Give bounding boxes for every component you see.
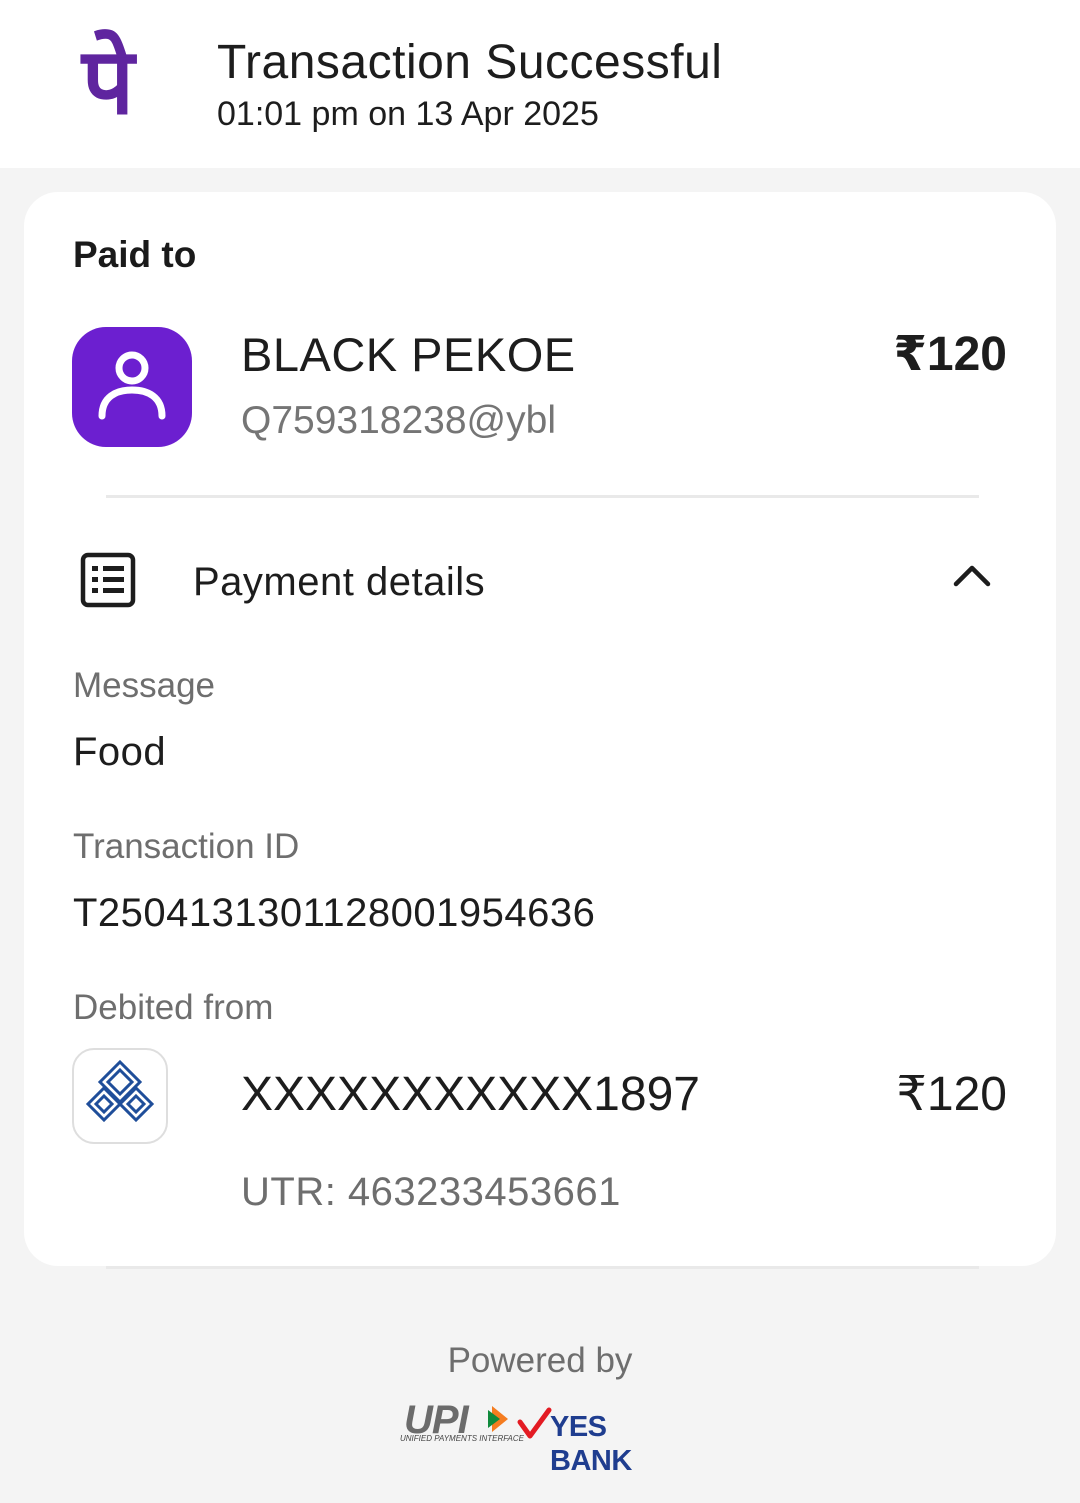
- payee-vpa: Q759318238@ybl: [241, 399, 556, 442]
- payee-avatar: [72, 327, 192, 447]
- payee-amount: ₹120: [893, 328, 1007, 381]
- powered-by-label: Powered by: [447, 1341, 633, 1380]
- footer-logos: UPI UNIFIED PAYMENTS INTERFACE YES BANK: [400, 1398, 690, 1477]
- yes-bank-logo-text: YES BANK: [550, 1411, 632, 1477]
- paid-to-label: Paid to: [73, 234, 197, 275]
- phonepe-logo-icon: पे: [81, 28, 135, 135]
- transaction-card: Paid to BLACK PEKOE Q759318238@ybl ₹120 …: [24, 192, 1056, 1266]
- receipt-list-icon: [80, 552, 136, 608]
- payee-name: BLACK PEKOE: [241, 328, 576, 381]
- yes-bank-tick-icon: [517, 1407, 552, 1439]
- account-number: XXXXXXXXXXX1897: [241, 1068, 700, 1121]
- divider: [106, 495, 979, 498]
- transaction-datetime: 01:01 pm on 13 Apr 2025: [217, 95, 599, 133]
- message-label: Message: [73, 666, 216, 705]
- transaction-id-label: Transaction ID: [73, 827, 300, 866]
- message-value: Food: [73, 730, 167, 774]
- person-icon: [98, 351, 166, 420]
- chevron-up-icon[interactable]: [952, 562, 992, 588]
- debited-from-label: Debited from: [73, 988, 274, 1027]
- upi-tagline: UNIFIED PAYMENTS INTERFACE: [400, 1434, 525, 1443]
- transaction-id-value[interactable]: T2504131301128001954636: [73, 889, 595, 937]
- payment-details-label: Payment details: [193, 560, 486, 604]
- utr-number[interactable]: UTR: 463233453661: [241, 1168, 621, 1216]
- bottom-divider: [106, 1266, 979, 1269]
- bank-logo-icon: [85, 1059, 155, 1123]
- debit-amount: ₹120: [896, 1068, 1007, 1121]
- transaction-header: पे Transaction Successful 01:01 pm on 13…: [0, 0, 1080, 168]
- page-title: Transaction Successful: [217, 36, 723, 89]
- bank-of-india-logo: [72, 1048, 168, 1144]
- payment-details-toggle[interactable]: Payment details: [24, 532, 1056, 632]
- upi-logo: UPI UNIFIED PAYMENTS INTERFACE: [400, 1398, 524, 1448]
- upi-arrow-icon: [488, 1406, 508, 1432]
